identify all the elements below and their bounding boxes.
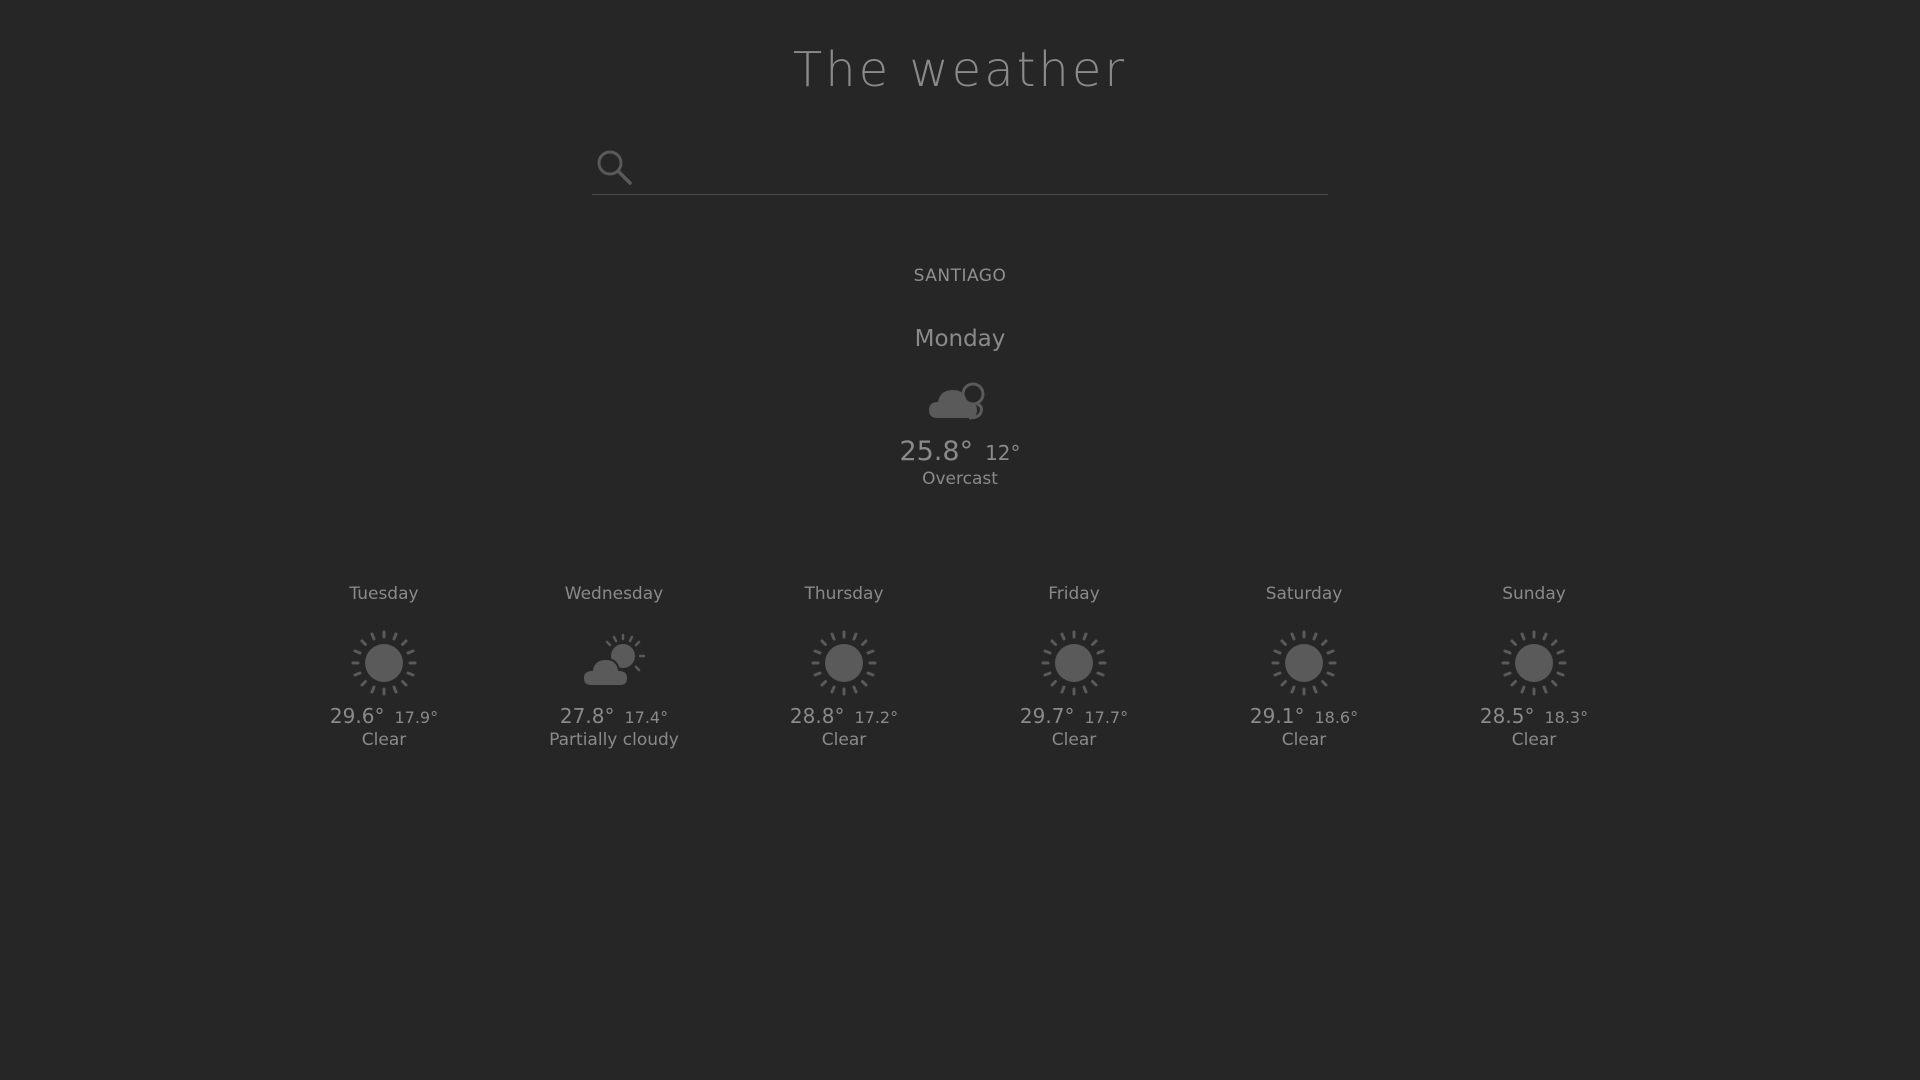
current-condition: Overcast (922, 469, 998, 489)
current-weather: Monday 25.8° 12° Overcast (0, 326, 1920, 489)
search-input[interactable] (644, 146, 1328, 188)
forecast-day-name: Wednesday (564, 584, 664, 604)
forecast-high-temp: 28.8° (789, 704, 845, 728)
forecast-high-temp: 29.6° (329, 704, 385, 728)
forecast-low-temp: 17.9° (394, 708, 439, 727)
current-high-temp: 25.8° (899, 436, 974, 467)
forecast-high-temp: 29.7° (1019, 704, 1075, 728)
current-day: Monday (914, 326, 1006, 352)
sun-icon (1501, 630, 1567, 696)
forecast-low-temp: 18.6° (1314, 708, 1359, 727)
forecast-condition: Clear (1051, 730, 1097, 750)
forecast-day-name: Friday (1048, 584, 1100, 604)
forecast-day: Thursday 28.8° 17.2° Clear (744, 584, 944, 750)
forecast-day-name: Thursday (804, 584, 884, 604)
forecast-day: Wednesday 27.8° 17.4° Partially cloudy (514, 584, 714, 750)
forecast-temps: 27.8° 17.4° (514, 704, 714, 728)
forecast-day: Saturday 29.1° 18.6° Clear (1204, 584, 1404, 750)
forecast-day-name: Tuesday (349, 584, 419, 604)
forecast-low-temp: 17.2° (854, 708, 899, 727)
forecast-day-name: Saturday (1265, 584, 1343, 604)
overcast-cloud-icon (925, 372, 995, 426)
current-low-temp: 12° (985, 441, 1021, 465)
current-temps: 25.8° 12° (0, 436, 1920, 467)
forecast-day: Sunday 28.5° 18.3° Clear (1434, 584, 1634, 750)
search-bar[interactable] (592, 140, 1328, 195)
forecast-day: Friday 29.7° 17.7° Clear (974, 584, 1174, 750)
forecast-high-temp: 28.5° (1479, 704, 1535, 728)
sun-icon (351, 630, 417, 696)
forecast-low-temp: 17.4° (624, 708, 669, 727)
forecast-low-temp: 18.3° (1544, 708, 1589, 727)
forecast-temps: 29.1° 18.6° (1204, 704, 1404, 728)
sun-icon (1271, 630, 1337, 696)
forecast-condition: Partially cloudy (549, 730, 679, 750)
sun-icon (811, 630, 877, 696)
forecast-condition: Clear (1281, 730, 1327, 750)
forecast-day-name: Sunday (1502, 584, 1566, 604)
forecast-temps: 29.6° 17.9° (284, 704, 484, 728)
page-title: The weather (792, 42, 1128, 98)
sun-icon (1041, 630, 1107, 696)
forecast-low-temp: 17.7° (1084, 708, 1129, 727)
forecast-temps: 28.5° 18.3° (1434, 704, 1634, 728)
forecast-temps: 29.7° 17.7° (974, 704, 1174, 728)
partly-cloudy-icon (581, 630, 647, 696)
search-icon[interactable] (592, 145, 636, 189)
city-name: SANTIAGO (913, 266, 1007, 286)
forecast-day: Tuesday 29.6° 17.9° Clear (284, 584, 484, 750)
forecast-high-temp: 29.1° (1249, 704, 1305, 728)
forecast-temps: 28.8° 17.2° (744, 704, 944, 728)
forecast-condition: Clear (821, 730, 867, 750)
forecast-high-temp: 27.8° (559, 704, 615, 728)
forecast-condition: Clear (1511, 730, 1557, 750)
forecast-condition: Clear (361, 730, 407, 750)
